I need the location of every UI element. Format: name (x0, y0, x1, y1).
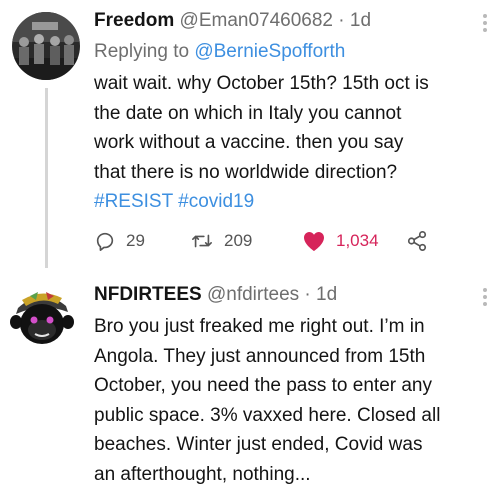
thread-line (45, 88, 48, 268)
reply-mention-link[interactable]: @BernieSpofforth (194, 41, 345, 62)
reply-button[interactable]: 29 (94, 230, 190, 252)
more-icon[interactable] (482, 288, 488, 306)
avatar-image (12, 12, 80, 80)
retweet-count: 209 (224, 231, 253, 250)
more-icon[interactable] (482, 14, 488, 32)
tweet-text: wait wait. why October 15th? 15th oct is… (94, 69, 494, 217)
author-name[interactable]: NFDIRTEES (94, 284, 202, 305)
tweet-age[interactable]: 1d (350, 10, 371, 31)
tweet-freedom[interactable]: Freedom @Eman07460682 · 1d Replying to @… (0, 0, 500, 268)
tweet-header: NFDIRTEES @nfdirtees · 1d (94, 282, 337, 308)
separator: · (338, 10, 345, 31)
tweet-header: Freedom @Eman07460682 · 1d (94, 8, 371, 34)
like-button[interactable]: 1,034 (302, 230, 406, 252)
tweet-actions: 29 209 1,034 (94, 228, 428, 254)
reply-count: 29 (126, 231, 145, 250)
avatar[interactable] (12, 12, 80, 80)
author-handle[interactable]: @Eman07460682 (180, 10, 333, 31)
separator: · (304, 284, 311, 305)
tweet-age[interactable]: 1d (316, 284, 337, 305)
share-button[interactable] (406, 230, 428, 252)
author-handle[interactable]: @nfdirtees (207, 284, 299, 305)
retweet-button[interactable]: 209 (190, 230, 302, 252)
tweet-body: Bro you just freaked me right out. I’m i… (94, 316, 441, 485)
tweet-text: Bro you just freaked me right out. I’m i… (94, 312, 494, 489)
like-count: 1,034 (336, 231, 379, 250)
avatar[interactable] (8, 282, 76, 350)
tweet-body: wait wait. why October 15th? 15th oct is… (94, 73, 429, 183)
reply-icon (96, 232, 114, 251)
tweet-nfdirtees[interactable]: NFDIRTEES @nfdirtees · 1d Bro you just f… (0, 268, 500, 498)
avatar-image (8, 282, 76, 350)
hashtag-links[interactable]: #RESIST #covid19 (94, 191, 254, 212)
share-icon (407, 231, 427, 251)
replying-to-label: Replying to (94, 41, 195, 62)
author-name[interactable]: Freedom (94, 10, 174, 31)
replying-to: Replying to @BernieSpofforth (94, 39, 345, 65)
retweet-icon (192, 234, 212, 248)
heart-icon (304, 232, 324, 251)
